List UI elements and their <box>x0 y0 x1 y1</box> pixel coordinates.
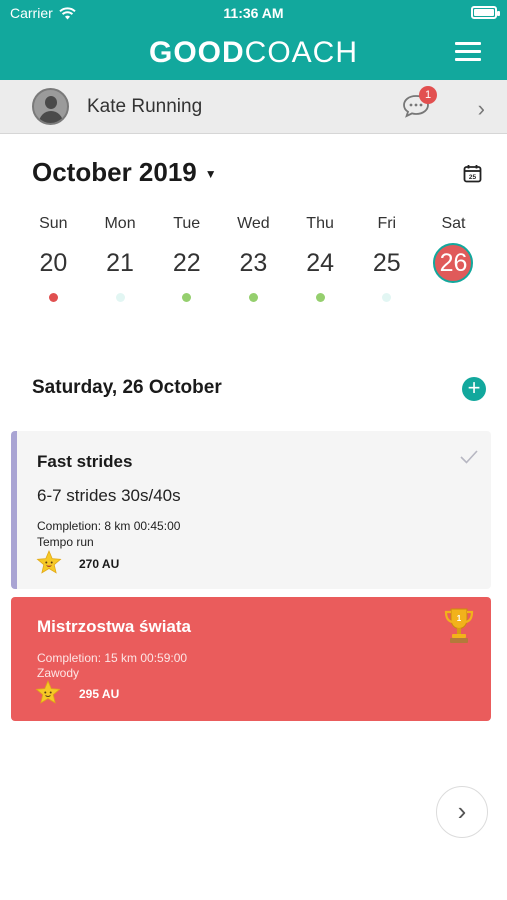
day-name: Mon <box>104 215 136 232</box>
calendar-icon[interactable]: 25 <box>463 164 482 183</box>
activity-dot <box>115 293 125 302</box>
day-thu[interactable]: Thu 24 <box>287 215 354 302</box>
competition-load: 295 AU <box>79 687 120 701</box>
selected-date-heading: Saturday, 26 October <box>32 377 222 398</box>
brand-light-text: COACH <box>244 36 358 69</box>
workout-completion: Completion: 8 km 00:45:00 <box>37 519 181 533</box>
activity-dot <box>449 293 458 302</box>
calendar-icon-day: 25 <box>469 174 477 181</box>
day-sat[interactable]: Sat 26 <box>420 215 487 302</box>
battery-icon <box>471 6 500 19</box>
day-sun[interactable]: Sun 20 <box>20 215 87 302</box>
workout-description: 6-7 strides 30s/40s <box>37 486 181 505</box>
checkmark-icon <box>460 450 478 464</box>
competition-type: Zawody <box>37 666 80 680</box>
brand-bold-text: GOOD <box>148 36 245 69</box>
athlete-name: Kate Running <box>87 96 203 117</box>
day-number: 23 <box>239 249 268 277</box>
competition-title: Mistrzostwa świata <box>37 617 191 636</box>
status-bar: Carrier 11:36 AM <box>0 5 507 23</box>
star-face-icon <box>35 680 61 704</box>
trophy-icon: 1 <box>444 608 474 643</box>
day-name: Thu <box>306 215 334 232</box>
day-tue[interactable]: Tue 22 <box>153 215 220 302</box>
day-name: Sat <box>441 215 466 232</box>
activity-dot <box>182 293 192 302</box>
avatar[interactable] <box>32 88 69 125</box>
activity-dot <box>248 293 258 302</box>
svg-text:1: 1 <box>457 614 462 623</box>
day-number: 24 <box>306 249 334 277</box>
day-number: 21 <box>106 249 134 277</box>
day-name: Sun <box>39 215 68 232</box>
activity-dot <box>382 293 392 302</box>
menu-button[interactable] <box>455 42 481 62</box>
workout-card[interactable]: Fast strides 6-7 strides 30s/40s Complet… <box>11 431 491 589</box>
brand-logo: GOODCOACH <box>0 36 507 70</box>
day-wed[interactable]: Wed 23 <box>220 215 287 302</box>
day-mon[interactable]: Mon 21 <box>87 215 154 302</box>
day-fri[interactable]: Fri 25 <box>353 215 420 302</box>
day-name: Wed <box>237 215 270 232</box>
status-time: 11:36 AM <box>223 5 284 21</box>
chevron-right-icon[interactable]: › <box>478 96 485 122</box>
week-strip: Sun 20 Mon 21 Tue 22 Wed 23 Thu 24 Fri 25 Sat 26 <box>20 215 487 302</box>
day-number: 20 <box>39 249 68 277</box>
hamburger-icon <box>455 42 481 45</box>
workout-type: Tempo run <box>37 535 94 549</box>
caret-down-icon: ▼ <box>204 167 217 182</box>
day-name: Tue <box>173 215 201 232</box>
app-header: Carrier 11:36 AM GOODCOACH <box>0 0 507 80</box>
day-number: 25 <box>372 249 401 277</box>
competition-completion: Completion: 15 km 00:59:00 <box>37 651 188 665</box>
star-face-icon <box>36 550 62 574</box>
training-load: 270 AU <box>79 557 120 571</box>
competition-card[interactable]: Mistrzostwa świata Completion: 15 km 00:… <box>11 597 491 721</box>
message-count-badge: 1 <box>419 86 437 104</box>
activity-dot <box>315 293 325 302</box>
chevron-right-icon: › <box>457 796 467 826</box>
day-name: Fri <box>377 215 397 232</box>
month-label: October 2019 <box>32 157 197 187</box>
selected-day-number: 26 <box>433 243 474 283</box>
add-workout-button[interactable]: + <box>462 377 486 401</box>
next-button[interactable]: › <box>436 786 488 838</box>
workout-title: Fast strides <box>37 452 133 471</box>
month-selector[interactable]: October 2019 ▼ <box>32 157 217 188</box>
day-number: 22 <box>172 249 201 277</box>
activity-dot <box>48 293 58 302</box>
